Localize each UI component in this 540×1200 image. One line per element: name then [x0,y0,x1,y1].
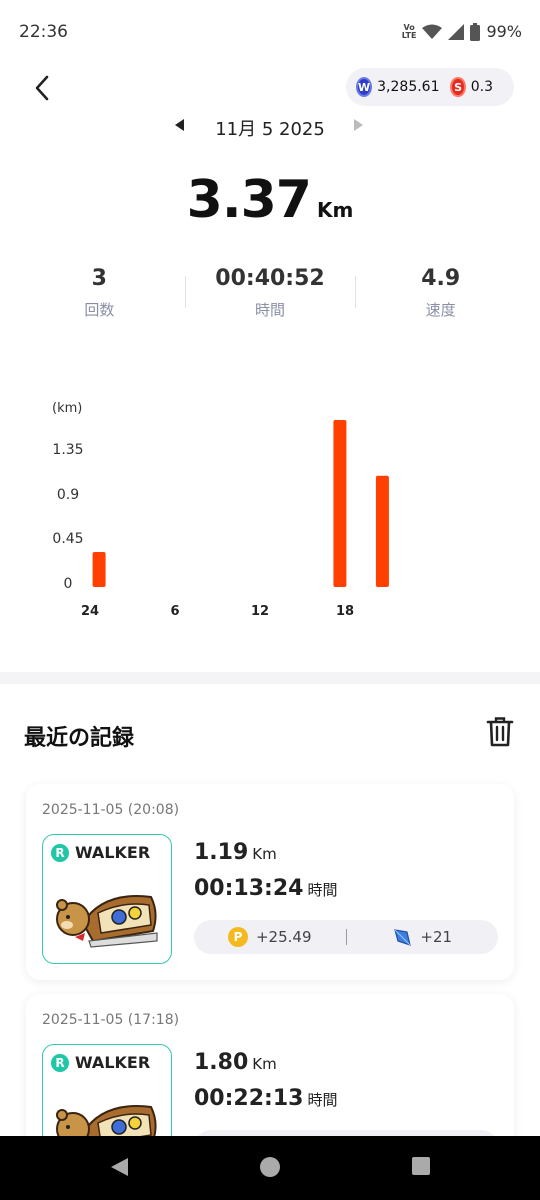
balance-pill[interactable]: W 3,285.61 S 0.3 [346,68,514,106]
stat-speed-value: 4.9 [421,266,461,291]
battery-level: 99% [486,22,522,41]
chart-bar [375,475,389,587]
back-button[interactable] [22,70,62,106]
record-distance: 1.80 Km [194,1050,277,1075]
record-distance-unit: Km [252,845,277,863]
delete-button[interactable] [486,716,514,748]
x-tick-label: 24 [81,604,99,619]
wallet-balance: 3,285.61 [377,79,440,95]
points-value: +25.49 [255,928,312,946]
r-logo-icon: R [51,843,69,862]
record-distance-unit: Km [252,1055,277,1073]
next-day-arrow-icon[interactable] [350,117,366,133]
stat-time-value: 00:40:52 [215,266,325,291]
volte-icon: Vo LTE [401,22,417,40]
record-duration-value: 00:13:24 [194,876,304,901]
total-distance-unit: Km [316,198,354,222]
section-divider [0,672,540,684]
x-tick-label: 18 [336,604,354,619]
sneaker-thumbnail: R WALKER [42,834,172,964]
chart-bar [92,552,106,587]
system-nav-bar [0,1136,540,1200]
date-selector: 11月 5 2025 [0,112,540,140]
reward-bar: P +25.49 +21 [194,920,498,954]
record-duration-unit: 時間 [307,1091,338,1109]
status-icons: Vo LTE 99% [402,22,522,41]
record-card[interactable]: 2025-11-05 (20:08) R WALKER 1.19 Km 00:13… [26,784,514,980]
record-distance-value: 1.19 [194,840,249,865]
y-tick-label: 0.9 [57,487,79,503]
blue-gem-icon [394,929,412,946]
point-coin-icon: P [227,927,248,947]
total-distance: 3.37 Km [0,170,540,230]
record-distance-value: 1.80 [194,1050,249,1075]
status-bar: 22:36 Vo LTE 99% [0,0,540,66]
stat-count: 3 回数 [14,266,185,326]
stat-time: 00:40:52 時間 [184,266,356,326]
trash-icon [486,717,514,747]
r-logo-icon: R [51,1053,69,1072]
brand-name: WALKER [75,1053,151,1072]
record-datetime: 2025-11-05 (17:18) [42,1012,180,1028]
y-tick-label: 1.35 [52,442,83,458]
record-datetime: 2025-11-05 (20:08) [42,802,180,818]
points-reward: P +25.49 [194,927,346,947]
current-date: 11月 5 2025 [215,119,325,140]
nav-home-icon[interactable] [259,1156,281,1178]
gems-value: +21 [420,928,453,946]
record-duration: 00:13:24 時間 [194,876,337,901]
stat-speed-label: 速度 [425,301,456,319]
brand-name: WALKER [75,843,151,862]
record-duration-unit: 時間 [307,881,338,899]
y-tick-label: 0.45 [52,531,83,547]
token-coin-icon: S [450,77,466,97]
record-duration-value: 00:22:13 [194,1086,304,1111]
nav-back-icon[interactable] [108,1156,130,1178]
brand-label: R WALKER [51,843,150,862]
y-tick-label: 0 [64,576,73,592]
prev-day-arrow-icon[interactable] [172,117,188,133]
stats-row: 3 回数 00:40:52 時間 4.9 速度 [14,266,526,326]
stat-count-value: 3 [91,266,107,291]
bear-sneaker-illustration [56,895,158,948]
status-time: 22:36 [19,22,68,42]
stat-count-label: 回数 [84,301,115,319]
stat-time-label: 時間 [255,301,286,319]
stat-speed: 4.9 速度 [355,266,526,326]
hourly-distance-chart: (km) 0 0.45 0.9 1.35 24 6 12 18 [52,401,389,619]
token-balance: 0.3 [470,79,493,95]
x-tick-label: 12 [251,604,269,619]
total-distance-value: 3.37 [186,170,312,230]
signal-icon [448,23,465,40]
gem-reward: +21 [347,927,499,947]
battery-icon [470,22,481,41]
record-duration: 00:22:13 時間 [194,1086,337,1111]
chevron-left-icon [35,75,49,101]
nav-recents-icon[interactable] [411,1156,431,1176]
record-distance: 1.19 Km [194,840,277,865]
chart-bar [333,420,347,587]
wallet-coin-icon: W [356,77,373,97]
x-tick-label: 6 [170,604,179,619]
brand-label: R WALKER [51,1053,150,1072]
wifi-icon [422,24,443,39]
y-axis-label: (km) [52,401,82,416]
recent-records-title: 最近の記録 [24,726,135,751]
